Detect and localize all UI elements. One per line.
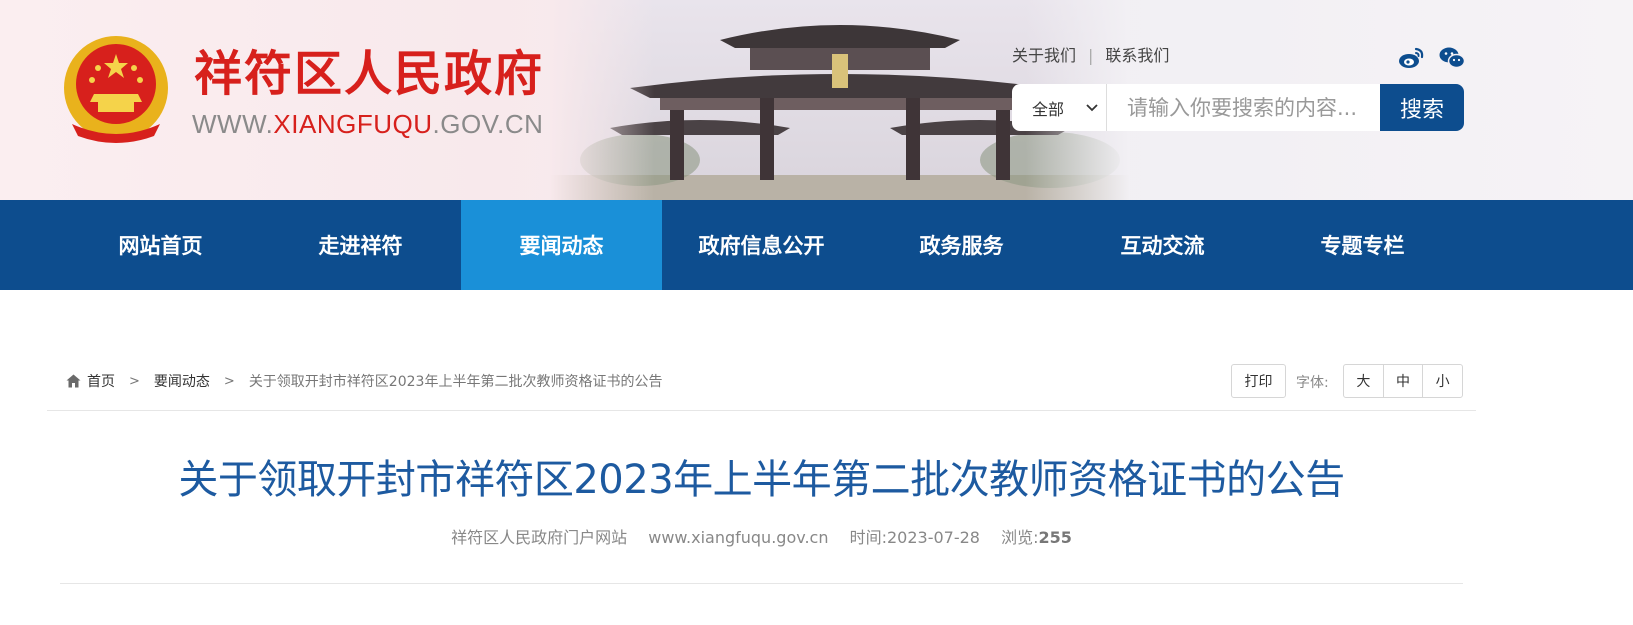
nav-item-news[interactable]: 要闻动态 — [461, 200, 662, 290]
nav-item-interaction[interactable]: 互动交流 — [1062, 200, 1263, 290]
url-prefix: WWW. — [192, 109, 274, 139]
home-icon — [66, 374, 81, 388]
weibo-icon[interactable] — [1397, 44, 1425, 72]
font-size-small-button[interactable]: 小 — [1422, 365, 1462, 397]
search-bar: 全部 搜索 — [1012, 84, 1464, 131]
article-site: www.xiangfuqu.gov.cn — [648, 528, 829, 547]
site-name: 祥符区人民政府 — [194, 46, 545, 102]
font-size-switcher: 大 中 小 — [1343, 364, 1463, 398]
nav-item-gov-info[interactable]: 政府信息公开 — [661, 200, 862, 290]
top-links: 关于我们 | 联系我们 — [1012, 45, 1169, 67]
font-size-large-button[interactable]: 大 — [1344, 365, 1383, 397]
nav-item-about-xiangfu[interactable]: 走进祥符 — [260, 200, 461, 290]
breadcrumb-home-link[interactable]: 首页 — [87, 371, 115, 391]
article-title: 关于领取开封市祥符区2023年上半年第二批次教师资格证书的公告 — [178, 457, 1345, 503]
wechat-icon[interactable] — [1438, 44, 1466, 72]
font-size-label: 字体: — [1296, 375, 1329, 391]
views-label: 浏览: — [1001, 528, 1039, 547]
breadcrumb-arrow: > — [129, 373, 140, 389]
chevron-down-icon — [1086, 103, 1098, 111]
nav-item-home[interactable]: 网站首页 — [60, 200, 261, 290]
contact-us-link[interactable]: 联系我们 — [1105, 46, 1169, 65]
time-label: 时间: — [849, 528, 887, 547]
breadcrumb-arrow: > — [223, 373, 235, 389]
url-suffix: .GOV.CN — [432, 109, 544, 139]
article-source: 祥符区人民政府门户网站 — [451, 528, 628, 547]
article-time: 时间:2023-07-28 — [850, 528, 980, 547]
site-header: 祥符区人民政府 WWW.XIANGFUQU.GOV.CN 关于我们 | 联系我们 全… — [0, 0, 1633, 200]
print-button[interactable]: 打印 — [1231, 364, 1286, 398]
main-nav: 网站首页 走进祥符 要闻动态 政府信息公开 政务服务 互动交流 专题专栏 — [0, 200, 1633, 290]
search-input[interactable] — [1107, 84, 1380, 131]
article-divider — [60, 583, 1463, 584]
link-separator: | — [1088, 46, 1094, 65]
breadcrumb-divider — [47, 410, 1476, 411]
publish-date: 2023-07-28 — [886, 528, 980, 547]
site-url: WWW.XIANGFUQU.GOV.CN — [192, 107, 543, 141]
search-button[interactable]: 搜索 — [1380, 84, 1464, 131]
nav-item-services[interactable]: 政务服务 — [861, 200, 1062, 290]
article-views: 浏览:255 — [1001, 528, 1072, 547]
search-scope-value: 全部 — [1032, 99, 1065, 119]
font-size-medium-button[interactable]: 中 — [1382, 365, 1423, 397]
views-count: 255 — [1038, 528, 1072, 547]
national-emblem-logo — [64, 36, 168, 143]
article-meta: 祥符区人民政府门户网站 www.xiangfuqu.gov.cn 时间:2023… — [0, 527, 1523, 549]
breadcrumb: 首页 > 要闻动态 > 关于领取开封市祥符区2023年上半年第二批次教师资格证书… — [66, 370, 662, 392]
url-highlight: XIANGFUQU — [273, 109, 433, 139]
nav-item-topics[interactable]: 专题专栏 — [1262, 200, 1463, 290]
about-us-link[interactable]: 关于我们 — [1012, 46, 1076, 65]
breadcrumb-current: 关于领取开封市祥符区2023年上半年第二批次教师资格证书的公告 — [248, 374, 663, 390]
breadcrumb-section-link[interactable]: 要闻动态 — [154, 371, 210, 391]
search-scope-select[interactable]: 全部 — [1012, 84, 1107, 131]
